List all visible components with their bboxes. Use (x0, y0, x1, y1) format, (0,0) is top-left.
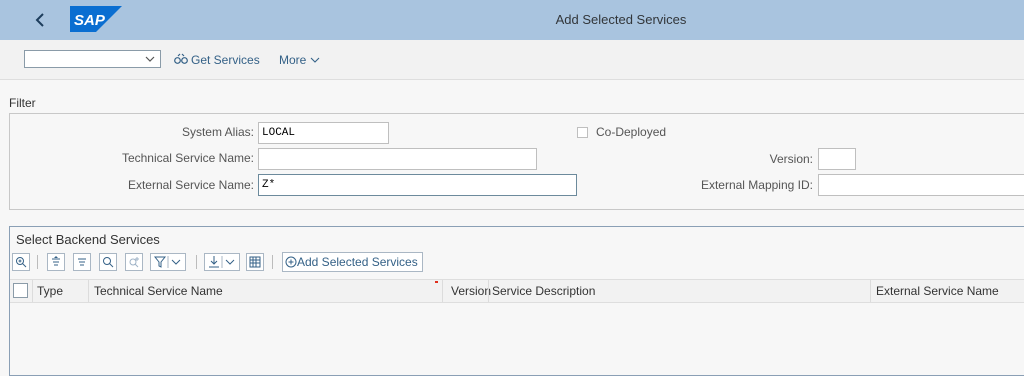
find-icon[interactable] (99, 253, 117, 271)
system-alias-label: System Alias: (181, 125, 254, 139)
co-deployed-label: Co-Deployed (596, 125, 667, 139)
external-service-name-label: External Service Name: (127, 178, 254, 192)
chevron-down-icon (145, 56, 155, 62)
grid-header: Type Technical Service Name Version Serv… (10, 279, 1024, 303)
filter-panel: System Alias: LOCAL Co-Deployed Technica… (9, 113, 1024, 210)
add-selected-services-button[interactable]: Add Selected Services (282, 252, 423, 272)
sort-descending-icon[interactable] (73, 253, 91, 271)
column-header-type[interactable]: Type (37, 280, 63, 302)
more-menu-button[interactable]: More (279, 52, 320, 68)
chevron-down-icon (310, 57, 320, 63)
co-deployed-checkbox[interactable] (577, 127, 588, 138)
external-mapping-id-input[interactable] (818, 174, 1024, 196)
external-mapping-id-label: External Mapping ID: (700, 178, 813, 192)
column-header-technical-service-name[interactable]: Technical Service Name (94, 280, 223, 302)
get-services-label: Get Services (191, 53, 260, 67)
add-selected-services-label: Add Selected Services (297, 255, 418, 269)
toolbar-separator (37, 255, 38, 269)
binoculars-icon (174, 53, 188, 64)
technical-service-name-label: Technical Service Name: (121, 151, 254, 165)
variant-dropdown[interactable] (24, 50, 161, 68)
more-label: More (279, 53, 307, 67)
find-next-icon[interactable] (125, 253, 143, 271)
grid-toolbar: Add Selected Services (10, 251, 1024, 277)
zoom-details-icon[interactable] (12, 253, 30, 271)
export-icon[interactable] (204, 253, 240, 271)
version-input[interactable] (818, 148, 856, 170)
backend-services-panel: Select Backend Services Add Selected Ser… (9, 226, 1024, 376)
select-all-checkbox[interactable] (13, 283, 28, 298)
column-divider (32, 280, 33, 302)
sort-ascending-icon[interactable] (47, 253, 65, 271)
filter-icon[interactable] (150, 253, 186, 271)
column-header-service-description[interactable]: Service Description (492, 280, 595, 302)
version-label: Version: (769, 152, 813, 166)
filter-title: Filter (9, 96, 36, 110)
get-services-button[interactable]: Get Services (174, 52, 260, 68)
toolbar-separator (196, 255, 197, 269)
layout-grid-icon[interactable] (246, 253, 264, 271)
column-divider (88, 280, 89, 302)
page-title: Add Selected Services (555, 12, 687, 27)
panel-title: Select Backend Services (16, 232, 160, 247)
shell-header: SAP Add Selected Services (0, 0, 1024, 40)
column-divider (442, 280, 443, 302)
column-divider (870, 280, 871, 302)
sort-indicator-icon (435, 281, 438, 283)
column-header-external-service-name[interactable]: External Service Name (876, 280, 999, 302)
toolbar-separator (272, 255, 273, 269)
system-alias-input[interactable]: LOCAL (258, 122, 389, 144)
app-toolbar: Get Services More (0, 40, 1024, 80)
technical-service-name-input[interactable] (258, 148, 537, 170)
column-header-version[interactable]: Version (451, 280, 491, 302)
column-divider (488, 280, 489, 302)
add-circle-icon (285, 256, 297, 268)
external-service-name-input[interactable]: Z* (258, 174, 577, 196)
